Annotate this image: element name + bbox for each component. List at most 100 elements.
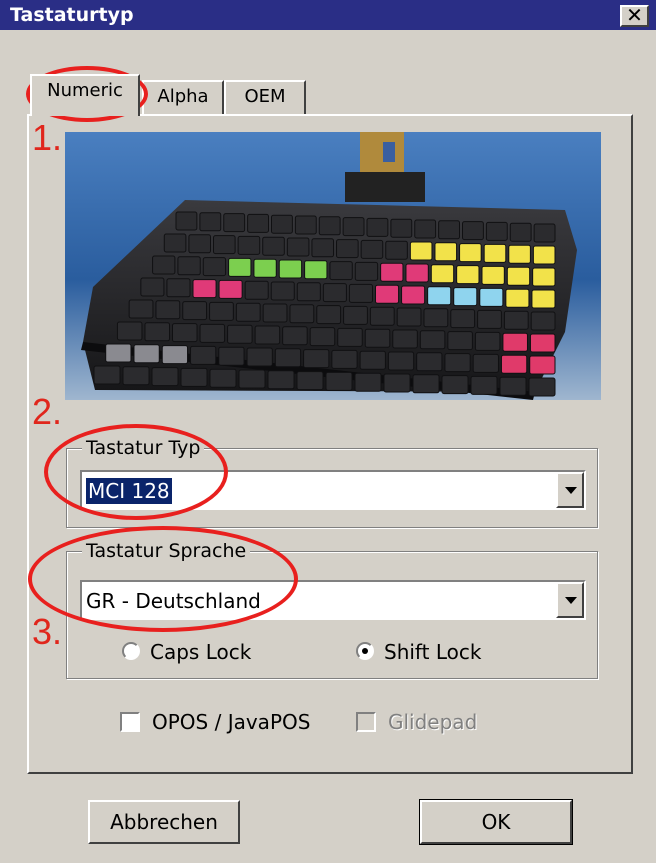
keyboard-key <box>166 278 191 298</box>
keyboard-key <box>342 217 365 237</box>
keyboard-key <box>262 303 288 323</box>
highlight-ellipse-type <box>44 424 228 520</box>
tab-alpha[interactable]: Alpha <box>142 80 224 114</box>
keyboard-key <box>218 346 245 366</box>
keyboard-key <box>278 259 303 279</box>
keyboard-language-dropdown-button[interactable] <box>556 582 584 618</box>
keyboard-key <box>177 256 201 276</box>
tab-numeric[interactable]: Numeric <box>30 74 140 116</box>
keyboard-key <box>505 288 530 308</box>
keyboard-key <box>309 327 336 347</box>
window-title: Tastaturtyp <box>10 4 134 26</box>
opos-checkbox[interactable] <box>120 712 140 732</box>
keyboard-key <box>228 257 252 277</box>
keyboard-key <box>316 305 342 325</box>
keyboard-key <box>533 223 556 243</box>
step-2-marker: 2. <box>32 391 63 432</box>
keyboard-key <box>441 375 469 395</box>
keyboard-key <box>506 266 531 286</box>
keyboard-key <box>238 369 266 389</box>
keyboard-key <box>175 211 198 231</box>
keyboard-key <box>218 279 243 299</box>
keyboard-key <box>396 307 422 327</box>
tab-oem-label: OEM <box>244 86 286 107</box>
caps-lock-radio[interactable] <box>122 642 140 660</box>
keyboard-key <box>483 243 507 263</box>
keyboard-key <box>270 281 295 301</box>
keyboard-key <box>133 344 160 364</box>
tab-oem[interactable]: OEM <box>224 80 306 114</box>
keyboard-key <box>459 243 482 263</box>
keyboard-key <box>282 326 308 346</box>
keyboard-key <box>470 375 498 395</box>
keyboard-key <box>296 282 321 302</box>
keyboard-key <box>532 267 556 287</box>
keyboard-key <box>329 261 353 281</box>
keyboard-key <box>348 283 373 303</box>
glidepad-label: Glidepad <box>388 710 478 734</box>
close-icon: ✕ <box>626 3 643 27</box>
keyboard-key <box>481 265 505 285</box>
keyboard-key <box>503 310 529 330</box>
keyboard-key <box>477 309 502 329</box>
keyboard-key <box>209 368 237 388</box>
keyboard-key <box>180 367 208 387</box>
opos-label[interactable]: OPOS / JavaPOS <box>152 710 310 734</box>
keyboard-key <box>499 376 527 396</box>
keyboard-key <box>199 212 222 232</box>
keyboard-key <box>434 242 458 262</box>
keyboard-key <box>485 221 508 241</box>
keyboard-key <box>209 301 234 321</box>
caps-lock-label[interactable]: Caps Lock <box>150 640 251 664</box>
keyboard-image <box>65 132 601 400</box>
keyboard-key <box>105 343 132 363</box>
keyboard-key <box>244 280 269 300</box>
keyboard-key <box>304 260 328 280</box>
keyboard-key <box>161 345 189 365</box>
keyboard-key <box>163 233 187 253</box>
keyboard-key <box>122 366 150 386</box>
keyboard-key <box>450 309 476 329</box>
tab-numeric-label: Numeric <box>47 80 123 101</box>
keyboard-key <box>190 345 217 365</box>
step-3-marker: 3. <box>32 611 63 652</box>
keyboard-key <box>172 323 198 343</box>
keyboard-key <box>462 221 484 241</box>
keyboard-key <box>322 283 347 303</box>
keyboard-key <box>262 236 285 256</box>
keyboard-key <box>369 306 395 326</box>
keyboard-key <box>409 241 433 261</box>
keyboard-key <box>188 234 212 254</box>
keyboard-key <box>253 258 277 278</box>
keyboard-key <box>375 284 400 304</box>
keyboard-key <box>294 215 317 235</box>
ok-button[interactable]: OK <box>419 799 573 845</box>
keyboard-key <box>235 302 261 322</box>
keyboard-key <box>423 308 449 328</box>
shift-lock-radio[interactable] <box>356 642 374 660</box>
cancel-button[interactable]: Abbrechen <box>88 800 240 844</box>
keyboard-key <box>530 311 556 331</box>
keyboard-key <box>414 219 437 239</box>
keyboard-key <box>116 321 143 341</box>
step-1-marker: 1. <box>32 117 63 158</box>
keyboard-type-dropdown-button[interactable] <box>556 472 584 508</box>
keyboard-key <box>385 240 408 260</box>
keyboard-key <box>479 287 504 307</box>
keyboard-key <box>412 374 440 394</box>
keyboard-key <box>199 323 226 343</box>
keyboard-key <box>289 304 315 324</box>
keyboard-key <box>444 353 471 373</box>
keyboard-key <box>128 299 154 319</box>
keyboard-key <box>390 218 413 238</box>
keyboard-key <box>296 371 324 391</box>
keyboard-key <box>427 286 452 306</box>
chevron-down-icon <box>565 487 577 494</box>
keyboard-key <box>447 331 473 351</box>
keyboard-key <box>529 355 556 375</box>
keyboard-key <box>182 301 208 321</box>
keyboard-key <box>93 365 121 385</box>
shift-lock-label[interactable]: Shift Lock <box>384 640 481 664</box>
keyboard-key <box>430 264 455 284</box>
close-button[interactable]: ✕ <box>620 5 649 27</box>
